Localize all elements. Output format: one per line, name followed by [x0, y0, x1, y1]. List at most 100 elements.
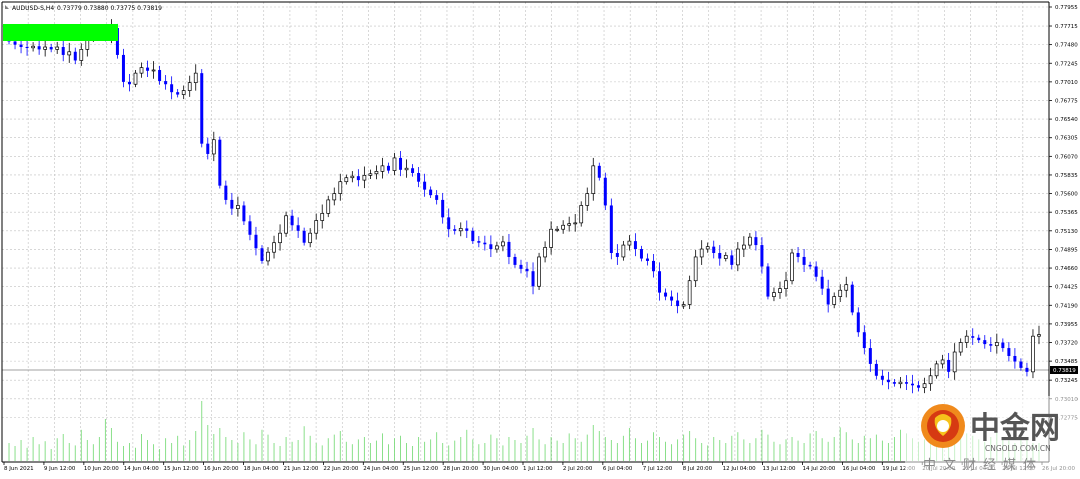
candle-body [314, 220, 319, 234]
time-tick-label: 18 Jun 04:00 [244, 466, 279, 472]
price-chart[interactable]: 0.77955 0.77715 0.77480 0.77245 0.77010 0.767… [0, 0, 1080, 475]
candle-body [947, 359, 951, 372]
time-tick-label: 14 Jun 04:00 [124, 466, 159, 472]
candle-body [784, 280, 788, 289]
time-tick-label: 15 Jun 12:00 [164, 466, 199, 472]
candle-body [19, 44, 23, 48]
candle-body [67, 51, 72, 56]
candle-body [435, 195, 439, 200]
candle-body [308, 232, 313, 244]
candle-body [615, 252, 619, 257]
candle-body [31, 45, 35, 49]
candle-body [561, 224, 566, 230]
candle-body [338, 181, 343, 194]
price-tick-label: 0.77245 [1055, 61, 1078, 67]
candle-body [778, 288, 782, 293]
candle-body [555, 228, 559, 231]
candle-body [621, 244, 626, 258]
candle-body [507, 241, 511, 257]
candle-body [766, 266, 770, 297]
price-tick-label: 0.76775 [1055, 98, 1078, 104]
candle-body [911, 383, 914, 386]
candle-body [489, 244, 493, 250]
candle-body [176, 92, 180, 95]
candle-body [862, 332, 866, 349]
current-price-label: 0.73819 [1050, 366, 1078, 374]
svg-text:中文财经媒体: 中文财经媒体 [923, 458, 1043, 473]
candle-body [230, 199, 234, 209]
candle-body [838, 289, 843, 297]
current-price-value: 0.73819 [1053, 368, 1076, 374]
price-tick-label: 0.76070 [1055, 154, 1078, 160]
time-tick-label: 1 Jul 12:00 [523, 466, 553, 472]
candle-body [567, 223, 572, 226]
candle-body [633, 241, 637, 250]
candle-body [693, 256, 698, 282]
candle-body [952, 351, 957, 373]
candle-body [917, 385, 921, 388]
price-tick-label: 0.75365 [1055, 210, 1078, 216]
time-tick-label: 16 Jun 20:00 [204, 466, 239, 472]
candle-body [193, 72, 198, 84]
candle-body [868, 348, 872, 364]
candle-body [266, 251, 270, 262]
candle-body [79, 49, 84, 61]
time-tick-label: 2 Jul 20:00 [563, 466, 593, 472]
price-tick-label: 0.77715 [1055, 24, 1078, 30]
candle-body [754, 237, 758, 246]
candle-body [211, 139, 216, 155]
chart-header: AUDUSD-S,H4 0.73779 0.73880 0.73775 0.73… [5, 5, 162, 12]
candle-body [392, 157, 397, 171]
candle-body [977, 337, 981, 341]
price-tick-label: 0.76305 [1055, 136, 1078, 142]
candle-body [989, 344, 993, 346]
candle-body [453, 229, 457, 231]
candle-body [741, 244, 746, 250]
candle-body [772, 292, 776, 297]
candle-body [826, 288, 830, 305]
chart-symbol: AUDUSD-S,H4 [12, 5, 54, 12]
candle-body [272, 242, 276, 253]
candle-body [814, 266, 818, 277]
candle-body [465, 228, 469, 231]
cngold-watermark: 中金网 CNGOLD.COM.CN 中文财经媒体 [905, 396, 1077, 474]
candle-body [802, 256, 806, 265]
price-tick-label: 0.74190 [1055, 303, 1078, 309]
candle-body [121, 54, 125, 82]
candle-body [856, 312, 860, 333]
candle-body [362, 175, 367, 181]
chart-ohlc: 0.73779 0.73880 0.73775 0.73819 [57, 5, 162, 12]
candle-body [290, 215, 294, 226]
candle-body [501, 241, 505, 247]
candle-body [723, 255, 728, 259]
candle-body [808, 264, 812, 267]
time-tick-label: 28 Jun 20:00 [443, 466, 478, 472]
candle-body [146, 67, 150, 71]
candle-body [892, 382, 896, 384]
candle-body [477, 241, 481, 243]
candle-body [904, 382, 908, 384]
time-tick-label: 16 Jul 04:00 [842, 466, 875, 472]
price-tick-label: 0.73720 [1055, 341, 1078, 347]
candle-body [380, 165, 385, 172]
candle-body [429, 189, 433, 196]
time-tick-label: 13 Jul 12:00 [763, 466, 796, 472]
candle-body [730, 255, 734, 265]
candle-body [922, 383, 927, 389]
price-tick-label: 0.75835 [1055, 173, 1078, 179]
price-tick-label: 0.73485 [1055, 359, 1078, 365]
candle-body [386, 165, 390, 171]
price-tick-label: 0.74660 [1055, 266, 1078, 272]
candle-body [1013, 355, 1017, 362]
candle-body [880, 375, 884, 380]
candle-body [181, 90, 186, 95]
highlight-box [3, 24, 118, 41]
time-tick-label: 10 Jun 20:00 [84, 466, 119, 472]
candle-body [537, 256, 541, 287]
candle-body [73, 51, 77, 61]
candle-body [874, 363, 878, 376]
candle-body [447, 217, 451, 230]
candle-body [374, 171, 379, 175]
candle-body [242, 205, 246, 222]
candle-body [597, 165, 601, 178]
